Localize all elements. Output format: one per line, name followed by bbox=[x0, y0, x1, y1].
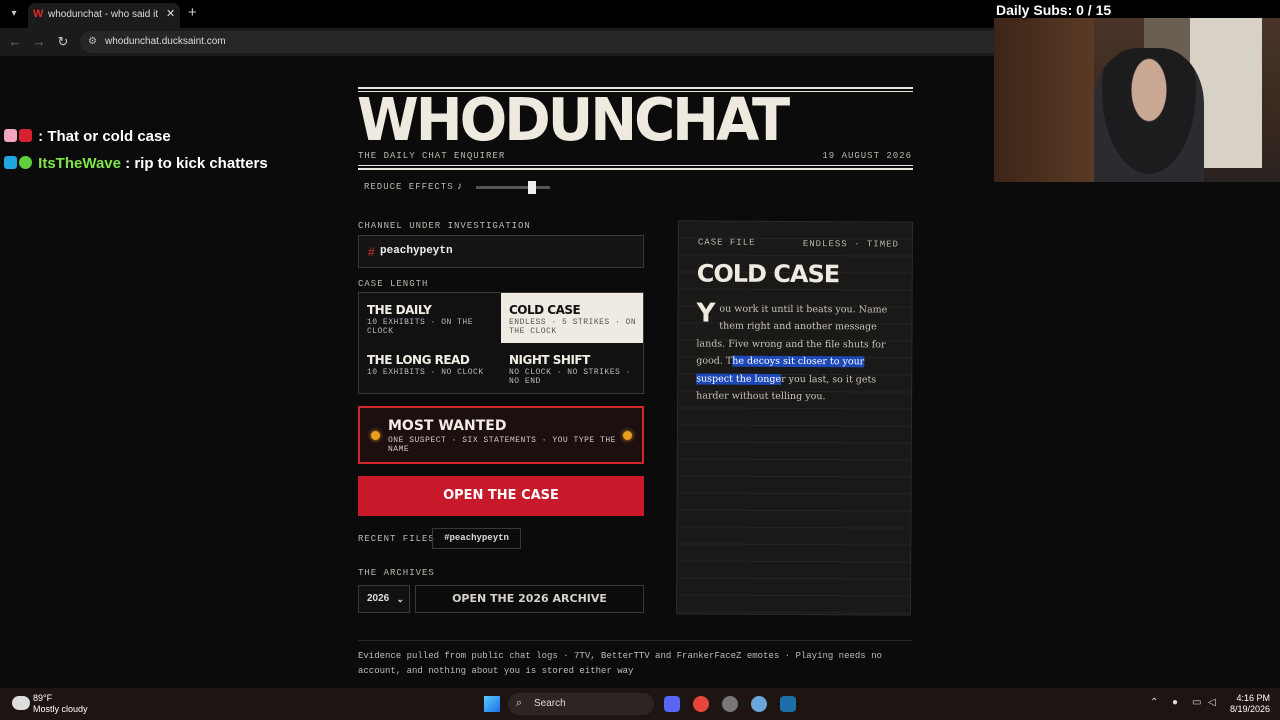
mode-title: MOST WANTED bbox=[388, 418, 507, 434]
drop-cap: Y bbox=[696, 298, 716, 329]
case-file-card: CASE FILE ENDLESS · TIMED COLD CASE You … bbox=[676, 221, 913, 615]
open-archive-button[interactable]: OPEN THE 2026 ARCHIVE bbox=[415, 585, 644, 613]
case-file-header: CASE FILE bbox=[697, 237, 756, 248]
mode-desc: ONE SUSPECT · SIX STATEMENTS · YOU TYPE … bbox=[388, 436, 616, 454]
mode-title: THE DAILY bbox=[367, 303, 432, 317]
daily-subs-counter: Daily Subs: 0 / 15 bbox=[996, 2, 1112, 18]
browser-toolbar: ← → ↻ ⚙ whodunchat.ducksaint.com bbox=[0, 28, 994, 56]
chat-badge-icon bbox=[19, 129, 32, 142]
chrome-icon[interactable] bbox=[693, 696, 709, 712]
reduce-effects-label[interactable]: REDUCE EFFECTS bbox=[364, 182, 454, 192]
footer-line: account, and nothing about you is stored… bbox=[358, 666, 634, 676]
footer-line: Evidence pulled from public chat logs · … bbox=[358, 651, 882, 661]
back-icon[interactable]: ← bbox=[7, 34, 23, 50]
webcam-feed bbox=[994, 18, 1280, 182]
case-file-title: COLD CASE bbox=[696, 259, 840, 289]
windows-start-icon[interactable] bbox=[484, 696, 500, 712]
address-bar[interactable]: ⚙ whodunchat.ducksaint.com bbox=[80, 31, 994, 53]
reload-icon[interactable]: ↻ bbox=[55, 34, 71, 50]
mode-title: THE LONG READ bbox=[367, 353, 470, 367]
footer-divider bbox=[358, 640, 912, 641]
url-text: whodunchat.ducksaint.com bbox=[105, 36, 226, 47]
chat-badge-icon bbox=[19, 156, 32, 169]
case-length-grid: THE DAILY 10 EXHIBITS · ON THE CLOCK COL… bbox=[358, 292, 644, 394]
browser-tab[interactable]: W whodunchat - who said it in your chat … bbox=[28, 3, 180, 28]
weather-temp: 89°F bbox=[33, 693, 53, 703]
masthead-rule bbox=[358, 168, 913, 170]
discord-icon[interactable] bbox=[664, 696, 680, 712]
webcam-bookshelf bbox=[994, 18, 1094, 182]
case-file-mode: ENDLESS · TIMED bbox=[802, 239, 899, 250]
mode-desc: ENDLESS · 5 STRIKES · ON THE CLOCK bbox=[509, 318, 637, 336]
masthead-rule bbox=[358, 165, 913, 166]
hash-icon: # bbox=[368, 245, 375, 259]
chat-badge-icon bbox=[4, 156, 17, 169]
tab-title: whodunchat - who said it in your chat bbox=[48, 9, 160, 20]
recent-files-label: RECENT FILES bbox=[358, 534, 435, 544]
close-tab-icon[interactable]: ✕ bbox=[166, 7, 178, 21]
mode-the-long-read[interactable]: THE LONG READ 10 EXHIBITS · NO CLOCK bbox=[359, 343, 501, 393]
mode-the-daily[interactable]: THE DAILY 10 EXHIBITS · ON THE CLOCK bbox=[359, 293, 501, 343]
chevron-down-icon: ⌄ bbox=[396, 594, 404, 604]
favicon-icon: W bbox=[33, 8, 44, 20]
channel-label: CHANNEL UNDER INVESTIGATION bbox=[358, 221, 531, 231]
taskbar: 89°F Mostly cloudy ⌕ Search ⌃ ● ▭ ◁ 4:16… bbox=[0, 688, 1280, 720]
search-label: Search bbox=[534, 698, 566, 709]
site-logo: WHODUNCHAT bbox=[357, 86, 790, 155]
tab-search-icon[interactable]: ▾ bbox=[6, 6, 22, 22]
obs-icon[interactable] bbox=[722, 696, 738, 712]
clock-time: 4:16 PM bbox=[1236, 693, 1270, 703]
chat-badge-icon bbox=[4, 129, 17, 142]
year-value: 2026 bbox=[367, 593, 390, 604]
mode-cold-case[interactable]: COLD CASE ENDLESS · 5 STRIKES · ON THE C… bbox=[501, 293, 643, 343]
webcam-streamer bbox=[1094, 48, 1204, 182]
system-clock[interactable]: 4:16 PM 8/19/2026 bbox=[1226, 693, 1270, 715]
network-icon[interactable]: ▭ bbox=[1192, 697, 1201, 708]
weather-condition: Mostly cloudy bbox=[33, 704, 88, 714]
channel-input[interactable]: # peachypeytn bbox=[358, 235, 644, 268]
mode-title: NIGHT SHIFT bbox=[509, 353, 590, 367]
mode-night-shift[interactable]: NIGHT SHIFT NO CLOCK · NO STRIKES · NO E… bbox=[501, 343, 643, 393]
open-case-button[interactable]: OPEN THE CASE bbox=[358, 476, 644, 516]
music-note-icon: ♪ bbox=[457, 181, 462, 192]
app-icon[interactable] bbox=[751, 696, 767, 712]
steam-icon[interactable] bbox=[780, 696, 796, 712]
archives-label: THE ARCHIVES bbox=[358, 568, 435, 578]
tagline: THE DAILY CHAT ENQUIRER bbox=[358, 151, 506, 161]
chat-username: ItsTheWave bbox=[38, 155, 121, 172]
chat-text: : rip to kick chatters bbox=[125, 155, 268, 172]
mode-desc: 10 EXHIBITS · NO CLOCK bbox=[367, 368, 484, 377]
new-tab-icon[interactable]: + bbox=[188, 5, 202, 21]
footer-text: Evidence pulled from public chat logs · … bbox=[358, 649, 912, 679]
year-select[interactable]: 2026 ⌄ bbox=[358, 585, 410, 613]
weather-cloud-icon[interactable] bbox=[12, 696, 30, 710]
volume-icon[interactable]: ◁ bbox=[1208, 697, 1216, 708]
volume-slider[interactable] bbox=[476, 186, 550, 189]
bulb-icon bbox=[371, 431, 380, 440]
mode-desc: 10 EXHIBITS · ON THE CLOCK bbox=[367, 318, 474, 336]
channel-value: peachypeytn bbox=[380, 245, 453, 257]
recent-file-chip[interactable]: #peachypeytn bbox=[432, 528, 521, 549]
clock-date: 8/19/2026 bbox=[1229, 704, 1270, 714]
mode-desc: NO CLOCK · NO STRIKES · NO END bbox=[509, 368, 631, 386]
case-length-label: CASE LENGTH bbox=[358, 279, 429, 289]
chat-message: ItsTheWave : rip to kick chatters bbox=[4, 154, 294, 174]
weather-widget[interactable]: 89°F Mostly cloudy bbox=[33, 693, 88, 715]
microphone-icon[interactable]: ● bbox=[1172, 697, 1178, 708]
chat-message: : That or cold case bbox=[4, 127, 294, 147]
forward-icon[interactable]: → bbox=[31, 34, 47, 50]
chat-text: : That or cold case bbox=[38, 128, 171, 145]
site-info-icon[interactable]: ⚙ bbox=[88, 35, 100, 49]
bulb-icon bbox=[623, 431, 632, 440]
taskbar-search[interactable]: ⌕ Search bbox=[508, 693, 654, 715]
mode-title: COLD CASE bbox=[509, 303, 581, 317]
case-file-description: You work it until it beats you. Name the… bbox=[696, 298, 897, 405]
volume-slider-thumb[interactable] bbox=[528, 181, 536, 194]
issue-date: 19 AUGUST 2026 bbox=[822, 151, 912, 161]
mode-most-wanted[interactable]: MOST WANTED ONE SUSPECT · SIX STATEMENTS… bbox=[358, 406, 644, 464]
search-icon: ⌕ bbox=[516, 697, 523, 709]
tray-chevron-icon[interactable]: ⌃ bbox=[1150, 697, 1158, 708]
